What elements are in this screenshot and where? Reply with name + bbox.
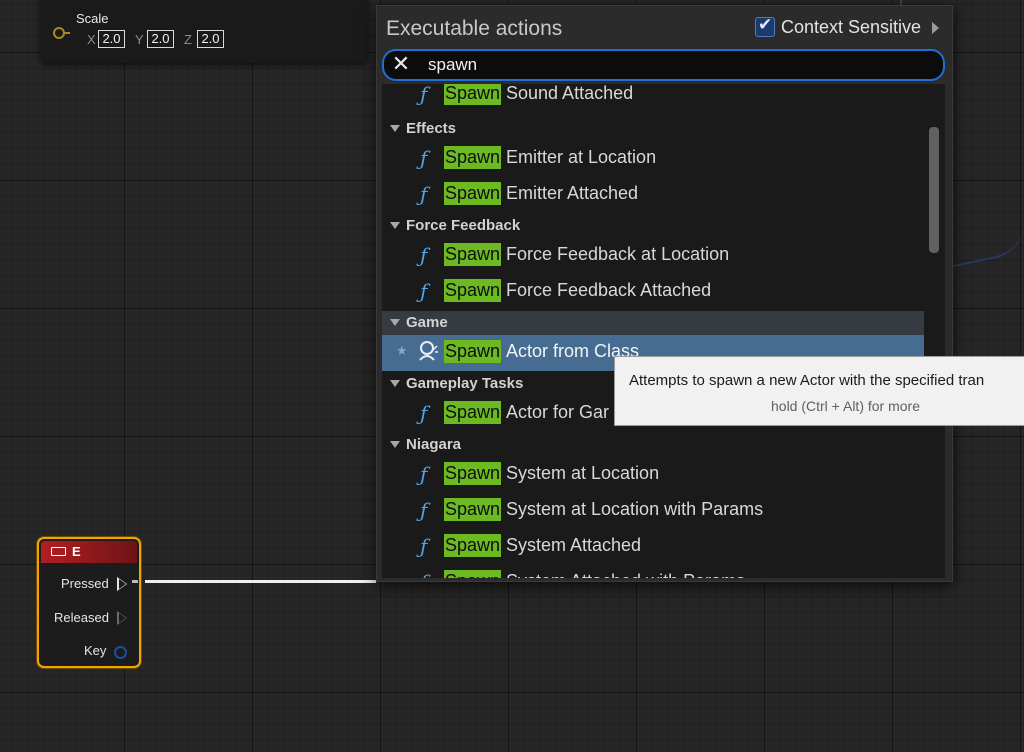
category-label: Gameplay Tasks [406,375,524,392]
action-spawn-system-attached[interactable]: ƒ Spawn System Attached [382,529,924,565]
action-spawn-system-at-location[interactable]: ƒ Spawn System at Location [382,457,924,493]
scale-x-label: X [87,32,96,47]
scale-z-label: Z [184,32,192,47]
collapse-arrow-icon [390,441,400,448]
actor-class-icon [419,341,438,361]
search-box[interactable]: ✕ [382,49,945,81]
key-struct-pin-icon[interactable] [114,646,127,659]
action-label: System at Location with Params [506,499,764,519]
executable-actions-menu: Executable actions ✔ Context Sensitive ✕… [376,5,953,582]
favorite-star-icon[interactable]: ★ [396,343,408,359]
e-key-event-node[interactable]: E Pressed Released Key [37,537,141,668]
menu-title: Executable actions [386,17,563,40]
function-icon: ƒ [420,182,428,206]
action-list: ƒ Spawn Sound Attached Effects ƒ Spawn E… [382,84,945,578]
action-label: Emitter at Location [506,147,657,167]
action-spawn-sound-attached[interactable]: ƒ Spawn Sound Attached [382,84,924,113]
search-highlight: Spawn [444,340,502,363]
function-icon: ƒ [420,401,428,425]
released-exec-pin-icon[interactable] [117,611,127,625]
action-tooltip: Attempts to spawn a new Actor with the s… [614,356,1024,426]
function-icon: ƒ [420,279,428,303]
released-pin-label: Released [54,610,109,625]
action-spawn-emitter-attached[interactable]: ƒ Spawn Emitter Attached [382,177,924,213]
action-label: Emitter Attached [506,183,639,203]
action-spawn-force-feedback-at-location[interactable]: ƒ Spawn Force Feedback at Location [382,238,924,274]
tooltip-hint: hold (Ctrl + Alt) for more [771,398,920,414]
action-spawn-system-attached-with-params[interactable]: ƒ Spawn System Attached with Params [382,565,924,578]
action-label: Force Feedback at Location [506,244,730,264]
action-spawn-force-feedback-attached[interactable]: ƒ Spawn Force Feedback Attached [382,274,924,310]
search-input[interactable] [428,53,928,77]
scale-z-field[interactable]: 2.0 [197,30,224,48]
function-icon: ƒ [420,146,428,170]
category-label: Effects [406,120,457,137]
tooltip-text: Attempts to spawn a new Actor with the s… [629,372,985,389]
search-highlight: Spawn [444,462,502,485]
action-label: Force Feedback Attached [506,280,712,300]
action-label: System Attached [506,535,642,555]
category-effects[interactable]: Effects [382,117,924,141]
key-pin-label: Key [84,643,107,658]
search-highlight: Spawn [444,534,502,557]
expand-arrow-icon[interactable] [932,22,939,34]
pressed-exec-pin-icon[interactable] [117,577,127,591]
function-icon: ƒ [420,534,428,558]
function-icon: ƒ [420,498,428,522]
clear-search-icon[interactable]: ✕ [390,53,412,75]
background-wire [950,224,1024,268]
action-spawn-system-at-location-with-params[interactable]: ƒ Spawn System at Location with Params [382,493,924,529]
function-icon: ƒ [420,84,428,106]
category-label: Game [406,314,448,331]
search-highlight: Spawn [444,146,502,169]
collapse-arrow-icon [390,380,400,387]
category-niagara[interactable]: Niagara [382,433,924,457]
category-game[interactable]: Game [382,311,924,335]
search-highlight: Spawn [444,84,502,105]
list-scrollbar-thumb[interactable] [929,127,939,253]
context-sensitive-label[interactable]: Context Sensitive [781,17,921,38]
action-spawn-emitter-at-location[interactable]: ƒ Spawn Emitter at Location [382,141,924,177]
wire-connector [132,580,138,583]
search-highlight: Spawn [444,570,502,578]
category-force-feedback[interactable]: Force Feedback [382,214,924,238]
action-label: System Attached with Params [506,570,745,578]
checkmark-icon: ✔ [758,15,773,34]
category-label: Force Feedback [406,217,521,234]
search-highlight: Spawn [444,182,502,205]
collapse-arrow-icon [390,319,400,326]
search-highlight: Spawn [444,243,502,266]
scale-label: Scale [76,11,109,26]
collapse-arrow-icon [390,125,400,132]
exec-wire [145,580,376,583]
collapse-arrow-icon [390,222,400,229]
keyboard-icon [51,547,66,556]
node-title: E [72,544,81,559]
node-header: E [41,541,137,563]
category-label: Niagara [406,436,462,453]
function-icon: ƒ [420,462,428,486]
scale-x-field[interactable]: 2.0 [98,30,125,48]
context-sensitive-checkbox[interactable]: ✔ [755,15,775,37]
function-icon: ƒ [420,570,427,578]
scale-y-label: Y [135,32,144,47]
scale-pin-stub [64,32,70,34]
action-label: Sound Attached [506,84,634,103]
pressed-pin-label: Pressed [61,576,109,591]
scale-y-field[interactable]: 2.0 [147,30,174,48]
action-label: System at Location [506,463,660,483]
function-icon: ƒ [420,243,428,267]
search-highlight: Spawn [444,401,502,424]
scale-node[interactable]: Scale X 2.0 Y 2.0 Z 2.0 [40,0,368,63]
search-highlight: Spawn [444,498,502,521]
search-highlight: Spawn [444,279,502,302]
action-label: Actor for Gar [506,402,610,422]
